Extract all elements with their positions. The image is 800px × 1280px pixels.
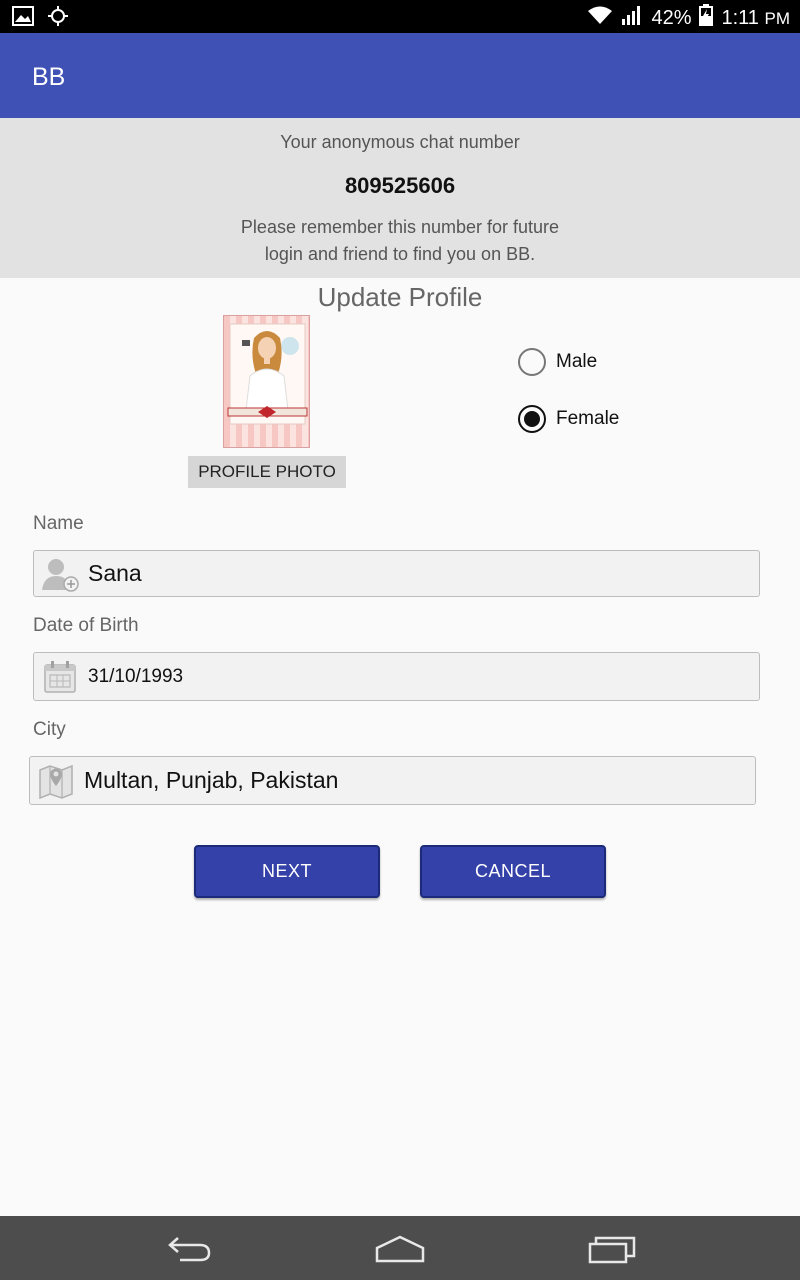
app-title: BB bbox=[32, 63, 66, 91]
name-value: Sana bbox=[88, 560, 142, 586]
clock-ampm: PM bbox=[764, 8, 791, 28]
chat-number: 809525606 bbox=[344, 173, 456, 198]
gender-label-male: Male bbox=[556, 351, 598, 372]
clock-time: 1:11 bbox=[721, 6, 759, 29]
status-bar: 42% 1:11 PM bbox=[0, 0, 800, 33]
battery-charging-icon bbox=[699, 4, 714, 32]
signal-icon bbox=[621, 5, 643, 31]
home-icon[interactable] bbox=[375, 1234, 425, 1269]
back-icon[interactable] bbox=[166, 1234, 212, 1269]
chat-number-panel: Your anonymous chat number 809525606 Ple… bbox=[0, 118, 800, 278]
recents-icon[interactable] bbox=[588, 1234, 636, 1269]
calendar-icon bbox=[40, 657, 80, 697]
city-value: Multan, Punjab, Pakistan bbox=[84, 767, 339, 793]
navigation-bar bbox=[0, 1216, 800, 1280]
cancel-button[interactable]: CANCEL bbox=[420, 845, 606, 898]
wifi-icon bbox=[587, 5, 613, 31]
gender-radio-male[interactable]: Male bbox=[518, 348, 597, 376]
note-line-1: Please remember this number for future bbox=[240, 217, 560, 237]
note-line-2: login and friend to find you on BB. bbox=[264, 244, 536, 264]
gender-label-female: Female bbox=[556, 408, 620, 429]
city-label: City bbox=[33, 719, 66, 740]
gender-radio-female[interactable]: Female bbox=[518, 405, 619, 433]
chat-number-label: Your anonymous chat number bbox=[280, 132, 520, 152]
profile-photo[interactable] bbox=[223, 315, 310, 448]
location-icon bbox=[48, 6, 68, 31]
image-icon bbox=[12, 6, 34, 31]
radio-unchecked-icon bbox=[518, 348, 546, 376]
map-pin-icon bbox=[36, 761, 76, 801]
dob-value: 31/10/1993 bbox=[88, 665, 184, 687]
city-field[interactable]: Multan, Punjab, Pakistan bbox=[29, 756, 756, 805]
app-bar: BB bbox=[0, 33, 800, 118]
name-label: Name bbox=[33, 513, 84, 534]
dob-field[interactable]: 31/10/1993 bbox=[33, 652, 760, 701]
name-field[interactable]: Sana bbox=[33, 550, 760, 597]
add-user-icon bbox=[40, 554, 80, 594]
profile-photo-button[interactable]: PROFILE PHOTO bbox=[188, 456, 346, 488]
battery-percent: 42% bbox=[651, 6, 692, 29]
page-title: Update Profile bbox=[317, 282, 483, 312]
clock: 1:11 PM bbox=[721, 7, 790, 30]
dob-label: Date of Birth bbox=[33, 615, 139, 636]
chat-number-note: Please remember this number for future l… bbox=[0, 214, 800, 268]
next-button[interactable]: NEXT bbox=[194, 845, 380, 898]
radio-checked-icon bbox=[518, 405, 546, 433]
